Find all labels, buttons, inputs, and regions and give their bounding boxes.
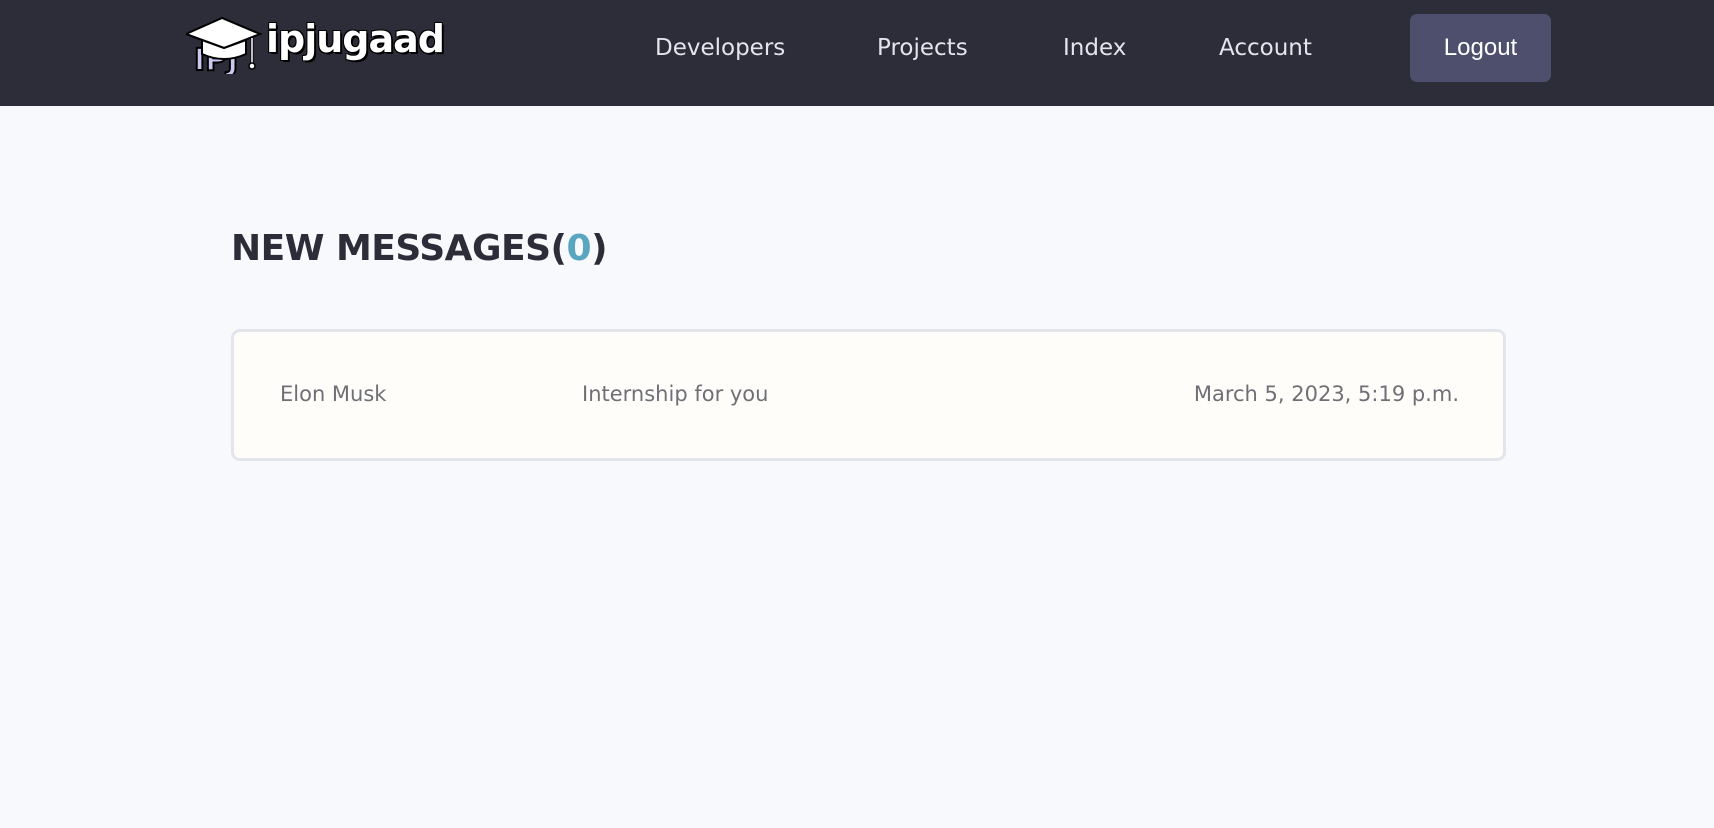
main-nav: Developers Projects Index Account Logout xyxy=(0,0,1714,106)
message-row[interactable]: Elon Musk Internship for you March 5, 20… xyxy=(231,329,1506,461)
message-sender: Elon Musk xyxy=(280,382,387,406)
message-date: March 5, 2023, 5:19 p.m. xyxy=(1193,382,1459,406)
nav-developers[interactable]: Developers xyxy=(655,32,785,64)
page-title: NEW MESSAGES(0) xyxy=(231,228,608,269)
count-close-paren: ) xyxy=(591,228,608,269)
unread-count: 0 xyxy=(566,228,592,269)
count-open-paren: ( xyxy=(550,228,567,269)
nav-account[interactable]: Account xyxy=(1219,32,1312,64)
logout-button[interactable]: Logout xyxy=(1410,14,1551,82)
message-subject: Internship for you xyxy=(582,382,769,406)
top-navbar: IPJ ipjugaad Developers Projects Index A… xyxy=(0,0,1714,106)
page-title-text: NEW MESSAGES xyxy=(231,228,551,269)
nav-projects[interactable]: Projects xyxy=(877,32,968,64)
nav-index[interactable]: Index xyxy=(1063,32,1126,64)
